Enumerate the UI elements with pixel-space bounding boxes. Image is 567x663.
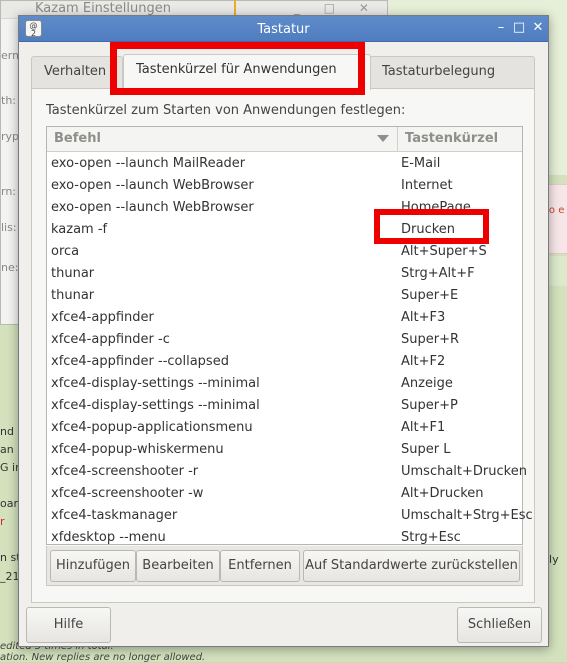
table-row[interactable]: xfce4-display-settings --minimal Anzeige <box>47 373 522 395</box>
table-row[interactable]: thunar Super+E <box>47 285 522 307</box>
application-shortcuts-page: Tastenkürzel zum Starten von Anwendungen… <box>31 88 535 603</box>
table-row[interactable]: thunar Strg+Alt+F <box>47 263 522 285</box>
shortcut-cell: Anzeige <box>401 376 453 391</box>
shortcut-cell: E-Mail <box>401 156 441 171</box>
shortcut-cell: Alt+F2 <box>401 354 446 369</box>
title-bar[interactable]: @2 Tastatur – □ ✕ <box>19 16 548 42</box>
sort-down-icon[interactable] <box>377 135 389 142</box>
command-cell: xfce4-appfinder -c <box>51 332 170 347</box>
shortcut-cell: Super L <box>401 442 451 457</box>
dialog-title: Tastatur <box>257 22 310 37</box>
command-cell: thunar <box>51 288 95 303</box>
table-row[interactable]: xfce4-popup-whiskermenu Super L <box>47 439 522 461</box>
edit-button[interactable]: Bearbeiten <box>136 550 220 582</box>
shortcut-list[interactable]: Befehl Tastenkürzel exo-open --launch Ma… <box>46 126 533 545</box>
kazam-window-controls[interactable]: _ □ ✕ <box>294 1 379 15</box>
remove-button[interactable]: Entfernen <box>220 550 300 582</box>
close-button[interactable]: Schließen <box>457 607 542 643</box>
shortcut-cell: Alt+F1 <box>401 420 446 435</box>
keyboard-settings-dialog: @2 Tastatur – □ ✕ Verhalten Tastenkürzel… <box>18 15 549 647</box>
command-cell: kazam -f <box>51 222 108 237</box>
column-header-command[interactable]: Befehl <box>47 127 398 151</box>
command-cell: exo-open --launch WebBrowser <box>51 200 254 215</box>
kazam-label: ne: <box>1 261 19 274</box>
table-row[interactable]: xfce4-screenshooter -r Umschalt+Drucken <box>47 461 527 483</box>
shortcut-cell: Internet <box>401 178 453 193</box>
command-cell: xfce4-appfinder --collapsed <box>51 354 229 369</box>
shortcut-cell: Alt+F3 <box>401 310 446 325</box>
command-cell: xfce4-screenshooter -r <box>51 464 199 479</box>
kazam-label: rn: <box>1 185 17 198</box>
column-header-shortcut[interactable]: Tastenkürzel <box>398 127 522 151</box>
command-cell: xfce4-popup-whiskermenu <box>51 442 224 457</box>
kazam-label: lis: <box>1 221 17 234</box>
help-button[interactable]: Hilfe <box>26 607 111 643</box>
add-button[interactable]: Hinzufügen <box>50 550 136 582</box>
page-description: Tastenkürzel zum Starten von Anwendungen… <box>46 103 406 118</box>
command-cell: thunar <box>51 266 95 281</box>
shortcut-cell: Super+P <box>401 398 458 413</box>
list-header: Befehl Tastenkürzel <box>47 127 522 152</box>
table-row[interactable]: xfce4-appfinder --collapsed Alt+F2 <box>47 351 522 373</box>
command-cell: orca <box>51 244 80 259</box>
tab-keyboard-layout[interactable]: Tastaturbelegung <box>369 56 535 88</box>
table-row[interactable]: xfce4-taskmanager Umschalt+Strg+Esc <box>47 505 533 527</box>
shortcut-cell: Alt+Super+S <box>401 244 487 259</box>
table-row[interactable]: exo-open --launch MailReader E-Mail <box>47 153 522 175</box>
reset-defaults-button[interactable]: Auf Standardwerte zurückstellen <box>303 550 520 582</box>
background-text: r <box>0 515 5 528</box>
shortcut-cell: Super+R <box>401 332 460 347</box>
highlight-box-shortcut <box>374 209 489 244</box>
command-cell: xfce4-display-settings --minimal <box>51 376 260 391</box>
kazam-label: th: <box>1 94 16 107</box>
table-row[interactable]: exo-open --launch WebBrowser Internet <box>47 175 522 197</box>
table-row[interactable]: orca Alt+Super+S <box>47 241 522 263</box>
shortcut-cell: Strg+Alt+F <box>401 266 475 281</box>
shortcut-cell: Umschalt+Drucken <box>401 464 527 479</box>
kazam-label: ryp <box>1 130 20 143</box>
list-action-bar: Hinzufügen Bearbeiten Entfernen Auf Stan… <box>46 546 523 586</box>
shortcut-cell: Umschalt+Strg+Esc <box>401 508 533 523</box>
command-cell: xfce4-popup-applicationsmenu <box>51 420 253 435</box>
minimize-button[interactable]: – <box>493 20 509 36</box>
table-row[interactable]: xfce4-popup-applicationsmenu Alt+F1 <box>47 417 522 439</box>
maximize-button[interactable]: □ <box>511 20 527 36</box>
command-cell: xfce4-taskmanager <box>51 508 178 523</box>
shortcut-cell: Super+E <box>401 288 459 303</box>
background-text: oar <box>0 497 18 510</box>
settings-notebook: Verhalten Tastenkürzel für Anwendungen T… <box>31 53 535 603</box>
background-text: an <box>0 443 14 456</box>
command-cell: xfce4-appfinder <box>51 310 154 325</box>
table-row[interactable]: xfce4-appfinder Alt+F3 <box>47 307 522 329</box>
command-cell: exo-open --launch MailReader <box>51 156 246 171</box>
background-text: nd <box>0 425 14 438</box>
highlight-box-tab <box>110 42 365 95</box>
command-cell: xfce4-screenshooter -w <box>51 486 204 501</box>
table-row[interactable]: xfce4-appfinder -c Super+R <box>47 329 522 351</box>
table-row[interactable]: xfce4-screenshooter -w Alt+Drucken <box>47 483 522 505</box>
command-cell: exo-open --launch WebBrowser <box>51 178 254 193</box>
table-row[interactable]: xfce4-display-settings --minimal Super+P <box>47 395 522 417</box>
background-text: _21 <box>0 570 20 583</box>
background-footer-text: ation. New replies are no longer allowed… <box>0 652 206 663</box>
command-cell: xfce4-display-settings --minimal <box>51 398 260 413</box>
close-window-button[interactable]: ✕ <box>530 20 546 36</box>
shortcut-cell: Alt+Drucken <box>401 486 484 501</box>
